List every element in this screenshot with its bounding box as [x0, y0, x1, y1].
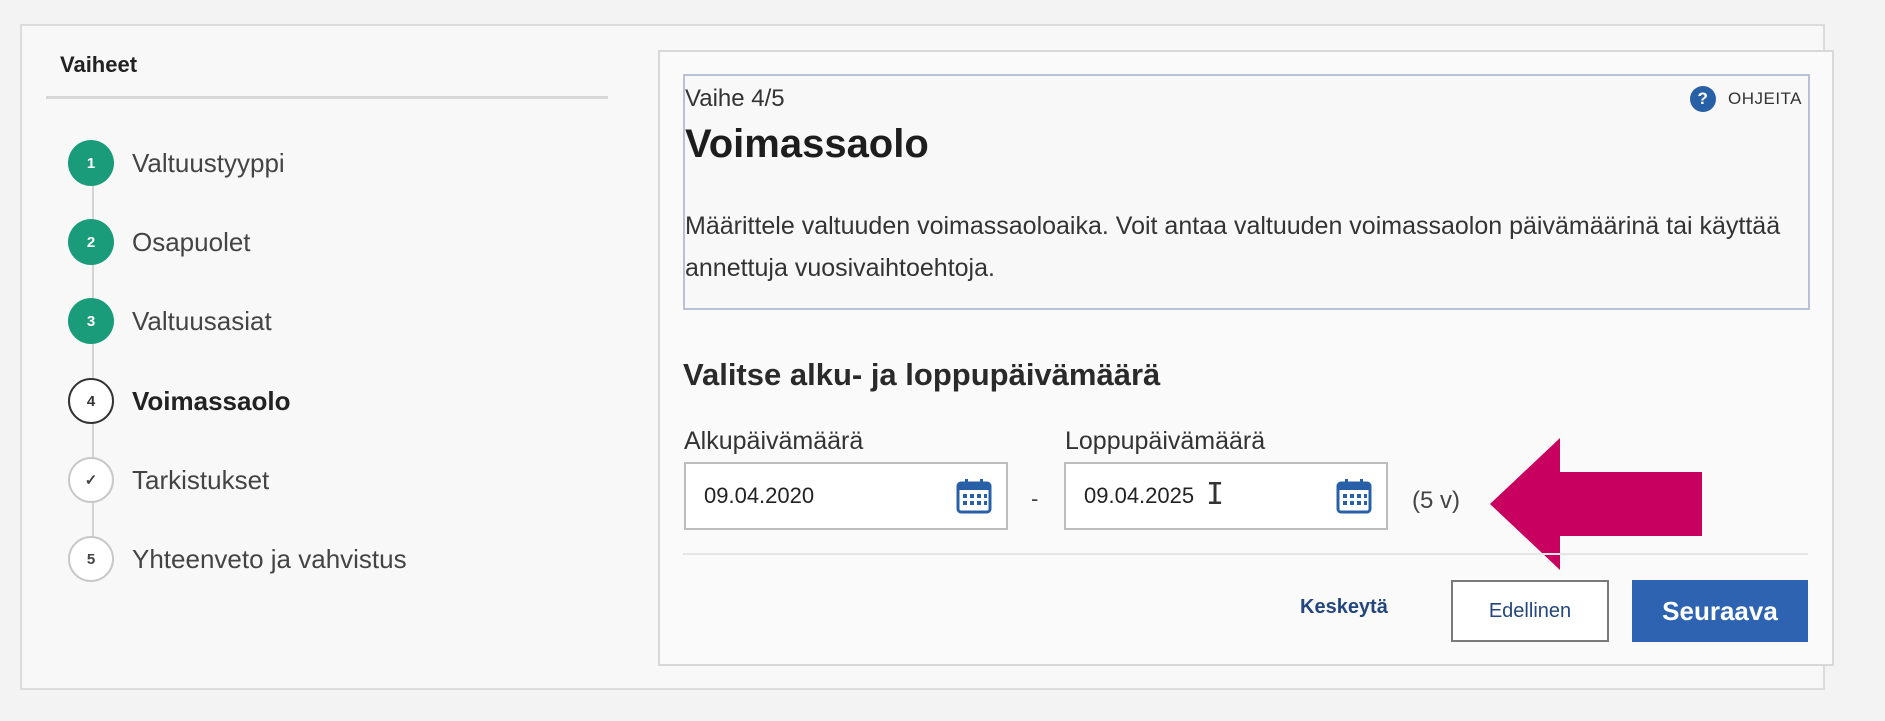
- checkmark-icon: ✓: [68, 457, 114, 503]
- text-cursor-icon: I: [1206, 477, 1225, 512]
- next-button[interactable]: Seuraava: [1632, 580, 1808, 642]
- calendar-icon[interactable]: [1334, 476, 1374, 516]
- actions-divider: [683, 553, 1808, 555]
- sidebar-divider: [46, 96, 608, 99]
- step-voimassaolo[interactable]: 4 Voimassaolo: [68, 376, 290, 426]
- step-osapuolet[interactable]: 2 Osapuolet: [68, 217, 251, 267]
- step-label: Tarkistukset: [132, 464, 270, 495]
- calendar-icon[interactable]: [954, 476, 994, 516]
- step-number-badge: 3: [68, 298, 114, 344]
- step-number-badge: 1: [68, 140, 114, 186]
- step-counter: Vaihe 4/5: [685, 85, 785, 112]
- start-date-label: Alkupäivämäärä: [684, 427, 864, 455]
- step-number-badge: 4: [68, 378, 114, 424]
- page-description: Määrittele valtuuden voimassaoloaika. Vo…: [685, 212, 1781, 282]
- page-title: Voimassaolo: [685, 122, 929, 166]
- step-tarkistukset: ✓ Tarkistukset: [68, 455, 269, 505]
- step-yhteenveto: 5 Yhteenveto ja vahvistus: [68, 534, 407, 584]
- step-number-badge: 5: [68, 536, 114, 582]
- end-date-field[interactable]: 09.04.2025: [1064, 462, 1388, 530]
- date-section-title: Valitse alku- ja loppupäivämäärä: [683, 357, 1161, 392]
- sidebar-title: Vaiheet: [60, 52, 138, 77]
- date-separator: -: [1031, 486, 1039, 511]
- step-label: Yhteenveto ja vahvistus: [132, 543, 407, 574]
- step-valtuusasiat[interactable]: 3 Valtuusasiat: [68, 296, 272, 346]
- question-circle-icon: ?: [1690, 86, 1716, 112]
- start-date-value: 09.04.2020: [704, 483, 815, 508]
- step-valtuustyyppi[interactable]: 1 Valtuustyyppi: [68, 138, 285, 188]
- step-label: Valtuustyyppi: [132, 147, 285, 178]
- cancel-link[interactable]: Keskeytä: [1300, 596, 1388, 619]
- step-label: Osapuolet: [132, 226, 251, 257]
- start-date-field[interactable]: 09.04.2020: [684, 462, 1008, 530]
- duration-indicator: (5 v): [1412, 487, 1460, 514]
- end-date-label: Loppupäivämäärä: [1065, 427, 1266, 455]
- previous-button[interactable]: Edellinen: [1451, 580, 1609, 642]
- help-link[interactable]: ? OHJEITA: [1690, 86, 1802, 112]
- step-number-badge: 2: [68, 219, 114, 265]
- step-label: Voimassaolo: [132, 385, 291, 416]
- help-label: OHJEITA: [1728, 89, 1803, 108]
- step-label: Valtuusasiat: [132, 305, 272, 336]
